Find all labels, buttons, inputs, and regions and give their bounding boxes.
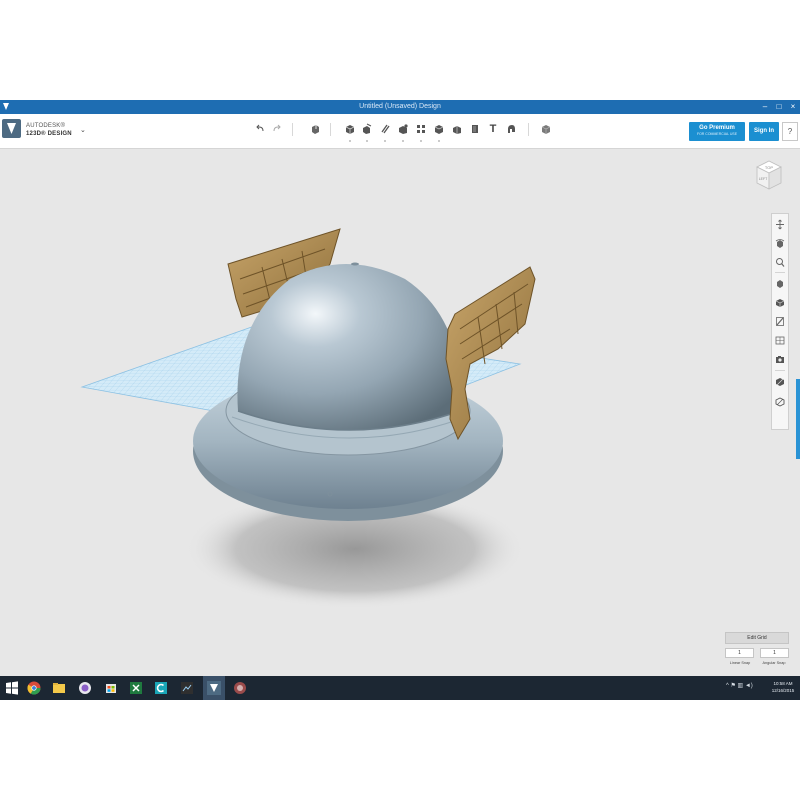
window-title: Untitled (Unsaved) Design <box>359 103 441 110</box>
construct-icon[interactable] <box>380 123 390 135</box>
minimize-button[interactable]: – <box>760 101 770 112</box>
pinned-round-icon[interactable] <box>231 679 249 697</box>
shaded-icon[interactable] <box>775 376 785 387</box>
go-premium-button[interactable]: Go Premium FOR COMMERCIAL USE <box>689 122 745 141</box>
windows-start-icon[interactable] <box>3 679 21 697</box>
primitives-icon[interactable] <box>345 123 355 135</box>
measure-icon[interactable] <box>470 123 480 135</box>
side-panel-tab[interactable] <box>796 379 800 459</box>
go-premium-sublabel: FOR COMMERCIAL USE <box>696 132 738 136</box>
maximize-button[interactable]: □ <box>774 101 784 112</box>
outline-icon[interactable] <box>775 396 785 407</box>
navbar-divider <box>775 272 785 273</box>
app-menu-logo-icon[interactable] <box>2 119 21 138</box>
window-title-bar: Untitled (Unsaved) Design – □ × <box>0 100 800 114</box>
viewcube-top-label: TOP <box>765 165 773 170</box>
zoom-icon[interactable] <box>775 257 785 268</box>
navbar-divider <box>775 370 785 371</box>
brand-123d-design: 123D® DESIGN <box>26 131 72 137</box>
system-tray[interactable]: ^ ⚑ ▥ ◄) <box>726 682 753 689</box>
viewcube-left-label: LEFT <box>759 177 768 181</box>
toolbar-dropdown-dot <box>366 140 368 142</box>
toolbar-divider <box>292 123 293 136</box>
photos-icon[interactable] <box>178 679 196 697</box>
edit-grid-button[interactable]: Edit Grid <box>725 632 789 644</box>
transform-icon[interactable] <box>310 123 320 135</box>
undo-icon[interactable] <box>255 123 265 135</box>
view-cube[interactable]: TOP LEFT <box>751 157 785 195</box>
main-toolbar: AUTODESK® 123D® DESIGN ⌄ T Go Premium FO… <box>0 114 800 149</box>
toolbar-dropdown-dot <box>349 140 351 142</box>
help-button[interactable]: ? <box>782 122 798 141</box>
close-button[interactable]: × <box>788 101 798 112</box>
clock-date: 12/16/2015 <box>771 688 795 693</box>
pinned-app-icon[interactable] <box>76 679 94 697</box>
material-icon[interactable] <box>541 123 551 135</box>
linear-snap-input[interactable]: 1 <box>725 648 754 658</box>
grid-toggle-icon[interactable] <box>775 335 785 346</box>
orbit-icon[interactable] <box>775 238 785 249</box>
pan-icon[interactable] <box>775 219 785 230</box>
screen: Untitled (Unsaved) Design – □ × AUTODESK… <box>0 100 800 700</box>
grid-editor: Edit Grid 1 1 Linear Snap Angular Snap <box>725 632 789 672</box>
modify-icon[interactable] <box>398 123 408 135</box>
go-premium-label: Go Premium <box>699 125 735 131</box>
excel-icon[interactable] <box>127 679 145 697</box>
taskbar: ^ ⚑ ▥ ◄) 10:58 AM 12/16/2015 <box>0 676 800 700</box>
navigation-bar <box>771 213 789 430</box>
file-explorer-icon[interactable] <box>50 679 68 697</box>
toolbar-divider <box>330 123 331 136</box>
fit-icon[interactable] <box>775 278 785 289</box>
toolbar-dropdown-dot <box>420 140 422 142</box>
pattern-icon[interactable] <box>416 123 426 135</box>
screenshot-icon[interactable] <box>775 354 785 365</box>
text-icon[interactable]: T <box>488 123 498 135</box>
toolbar-divider <box>528 123 529 136</box>
linear-snap-label: Linear Snap <box>729 661 751 665</box>
angular-snap-input[interactable]: 1 <box>760 648 789 658</box>
redo-icon[interactable] <box>272 123 282 135</box>
3d-viewport[interactable]: TOP LEFT Edit Grid 1 1 Linear Snap Angul… <box>0 149 800 676</box>
taskbar-clock[interactable]: 10:58 AM 12/16/2015 <box>768 680 798 694</box>
brand-autodesk: AUTODESK® <box>26 123 66 129</box>
snap-icon[interactable] <box>506 123 516 135</box>
scene-canvas <box>80 228 536 609</box>
toolbar-dropdown-dot <box>384 140 386 142</box>
view-mode-icon[interactable] <box>775 297 785 308</box>
toolbar-dropdown-dot <box>402 140 404 142</box>
pinned-c-icon[interactable] <box>152 679 170 697</box>
grouping-icon[interactable] <box>434 123 444 135</box>
right-wing <box>445 266 536 441</box>
sketch-icon[interactable] <box>362 123 372 135</box>
toolbar-dropdown-dot <box>438 140 440 142</box>
material-display-icon[interactable] <box>775 316 785 327</box>
store-icon[interactable] <box>102 679 120 697</box>
clock-time: 10:58 AM <box>773 681 793 686</box>
app-menu-chevron-down-icon[interactable]: ⌄ <box>80 126 86 134</box>
chrome-icon[interactable] <box>25 679 43 697</box>
combine-icon[interactable] <box>452 123 462 135</box>
sign-in-button[interactable]: Sign In <box>749 122 779 141</box>
angular-snap-label: Angular Snap <box>762 661 786 665</box>
123d-design-icon[interactable] <box>205 679 223 697</box>
